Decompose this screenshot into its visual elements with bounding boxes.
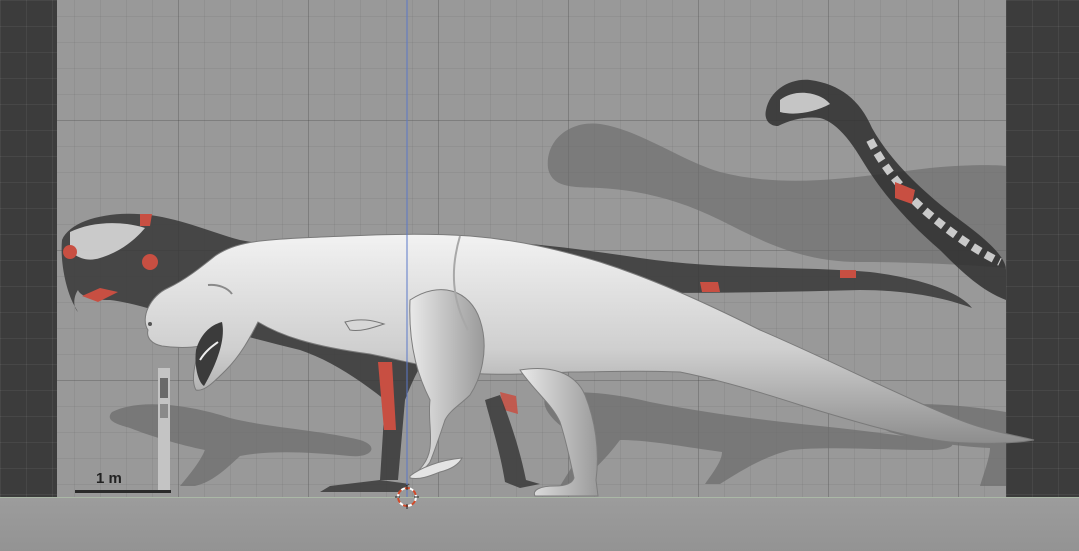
- scale-bar: [75, 490, 171, 493]
- human-scale-figure: [158, 368, 170, 493]
- 3d-viewport[interactable]: 1 m: [0, 0, 1079, 551]
- scale-bar-label: 1 m: [96, 470, 122, 487]
- theropod-3d-model[interactable]: [144, 233, 1035, 497]
- scene: [61, 0, 1035, 509]
